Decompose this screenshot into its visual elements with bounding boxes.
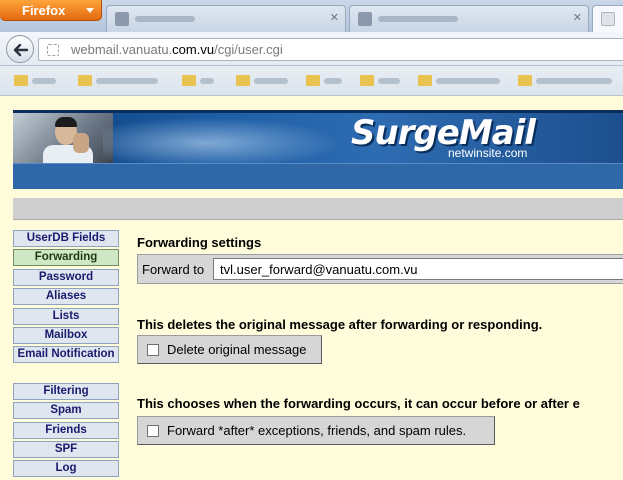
bookmarks-toolbar [0, 66, 623, 96]
firefox-menu-button[interactable]: Firefox [0, 0, 102, 21]
banner-photo [13, 113, 113, 165]
toolbar-strip [13, 198, 623, 220]
forward-to-input[interactable] [213, 258, 623, 280]
bookmark-label-placeholder [378, 78, 400, 84]
browser-tab[interactable]: ✕ [349, 5, 589, 32]
tab-favicon-icon [115, 12, 129, 26]
sidebar-item-aliases[interactable]: Aliases [13, 288, 119, 306]
bookmark-item[interactable] [182, 74, 222, 88]
tab-title-placeholder [135, 16, 195, 22]
tab-title-placeholder [378, 16, 458, 22]
folder-icon [78, 75, 92, 86]
folder-icon [518, 75, 532, 86]
forward-after-label: Forward *after* exceptions, friends, and… [167, 423, 467, 438]
bookmark-item[interactable] [306, 74, 348, 88]
chevron-down-icon [86, 8, 94, 13]
bookmark-label-placeholder [536, 78, 612, 84]
sidebar-item-userdb-fields[interactable]: UserDB Fields [13, 230, 119, 247]
forward-to-row: Forward to [137, 254, 623, 284]
page-content: SurgeMail netwinsite.com UserDB Fields F… [0, 97, 623, 478]
folder-icon [14, 75, 28, 86]
sidebar-item-filtering[interactable]: Filtering [13, 382, 119, 400]
back-button[interactable] [6, 35, 34, 63]
bookmark-label-placeholder [254, 78, 288, 84]
bookmark-item[interactable] [78, 74, 168, 88]
section-title: Forwarding settings [137, 235, 262, 250]
sidebar-item-mailbox[interactable]: Mailbox [13, 326, 119, 344]
bookmark-label-placeholder [436, 78, 500, 84]
delete-original-label: Delete original message [167, 342, 307, 357]
firefox-menu-label: Firefox [22, 3, 66, 18]
bookmark-item[interactable] [518, 74, 618, 88]
tab-favicon-icon [601, 12, 615, 26]
bookmark-label-placeholder [324, 78, 342, 84]
banner-bottom-strip [13, 163, 623, 189]
logo-subtitle: netwinsite.com [448, 146, 528, 160]
close-tab-icon[interactable]: ✕ [573, 11, 582, 24]
banner-decoration [103, 113, 363, 163]
sidebar-item-spam[interactable]: Spam [13, 402, 119, 420]
settings-sidebar: UserDB Fields Forwarding Password Aliase… [13, 230, 119, 480]
site-identity-icon[interactable] [47, 44, 59, 56]
banner-photo-hand [73, 133, 89, 153]
bookmark-label-placeholder [96, 78, 158, 84]
bookmark-item[interactable] [236, 74, 296, 88]
bookmark-label-placeholder [200, 78, 214, 84]
folder-icon [182, 75, 196, 86]
sidebar-item-email-notification[interactable]: Email Notification [13, 346, 119, 364]
forward-to-label: Forward to [142, 262, 205, 277]
surgemail-banner: SurgeMail netwinsite.com [13, 110, 623, 189]
browser-nav-bar: webmail.vanuatu.com.vu/cgi/user.cgi [0, 32, 623, 66]
folder-icon [360, 75, 374, 86]
sidebar-item-log[interactable]: Log [13, 460, 119, 478]
sidebar-item-forwarding[interactable]: Forwarding [13, 249, 119, 267]
sidebar-item-spf[interactable]: SPF [13, 440, 119, 458]
url-domain: com.vu [172, 42, 215, 57]
delete-note: This deletes the original message after … [137, 317, 543, 332]
sidebar-item-password[interactable]: Password [13, 268, 119, 286]
sidebar-item-lists[interactable]: Lists [13, 307, 119, 325]
close-tab-icon[interactable]: ✕ [330, 11, 339, 24]
forward-after-checkbox[interactable] [147, 425, 159, 437]
sidebar-item-friends[interactable]: Friends [13, 421, 119, 439]
folder-icon [306, 75, 320, 86]
forward-after-option[interactable]: Forward *after* exceptions, friends, and… [137, 416, 495, 445]
folder-icon [236, 75, 250, 86]
when-note: This chooses when the forwarding occurs,… [137, 396, 580, 411]
address-bar[interactable]: webmail.vanuatu.com.vu/cgi/user.cgi [38, 38, 623, 61]
bookmark-item[interactable] [360, 74, 408, 88]
url-path: /cgi/user.cgi [214, 42, 283, 57]
delete-original-option[interactable]: Delete original message [137, 335, 322, 364]
tab-favicon-icon [358, 12, 372, 26]
url-prefix: webmail.vanuatu. [71, 42, 173, 57]
browser-tab-active[interactable] [592, 5, 623, 32]
bookmark-item[interactable] [418, 74, 508, 88]
bookmark-label-placeholder [32, 78, 56, 84]
delete-original-checkbox[interactable] [147, 344, 159, 356]
bookmark-item[interactable] [14, 74, 64, 88]
folder-icon [418, 75, 432, 86]
browser-tab-bar: Firefox ✕ ✕ [0, 0, 623, 32]
banner-photo-hair [55, 117, 77, 127]
browser-tab[interactable]: ✕ [106, 5, 346, 32]
back-arrow-icon [13, 43, 29, 57]
